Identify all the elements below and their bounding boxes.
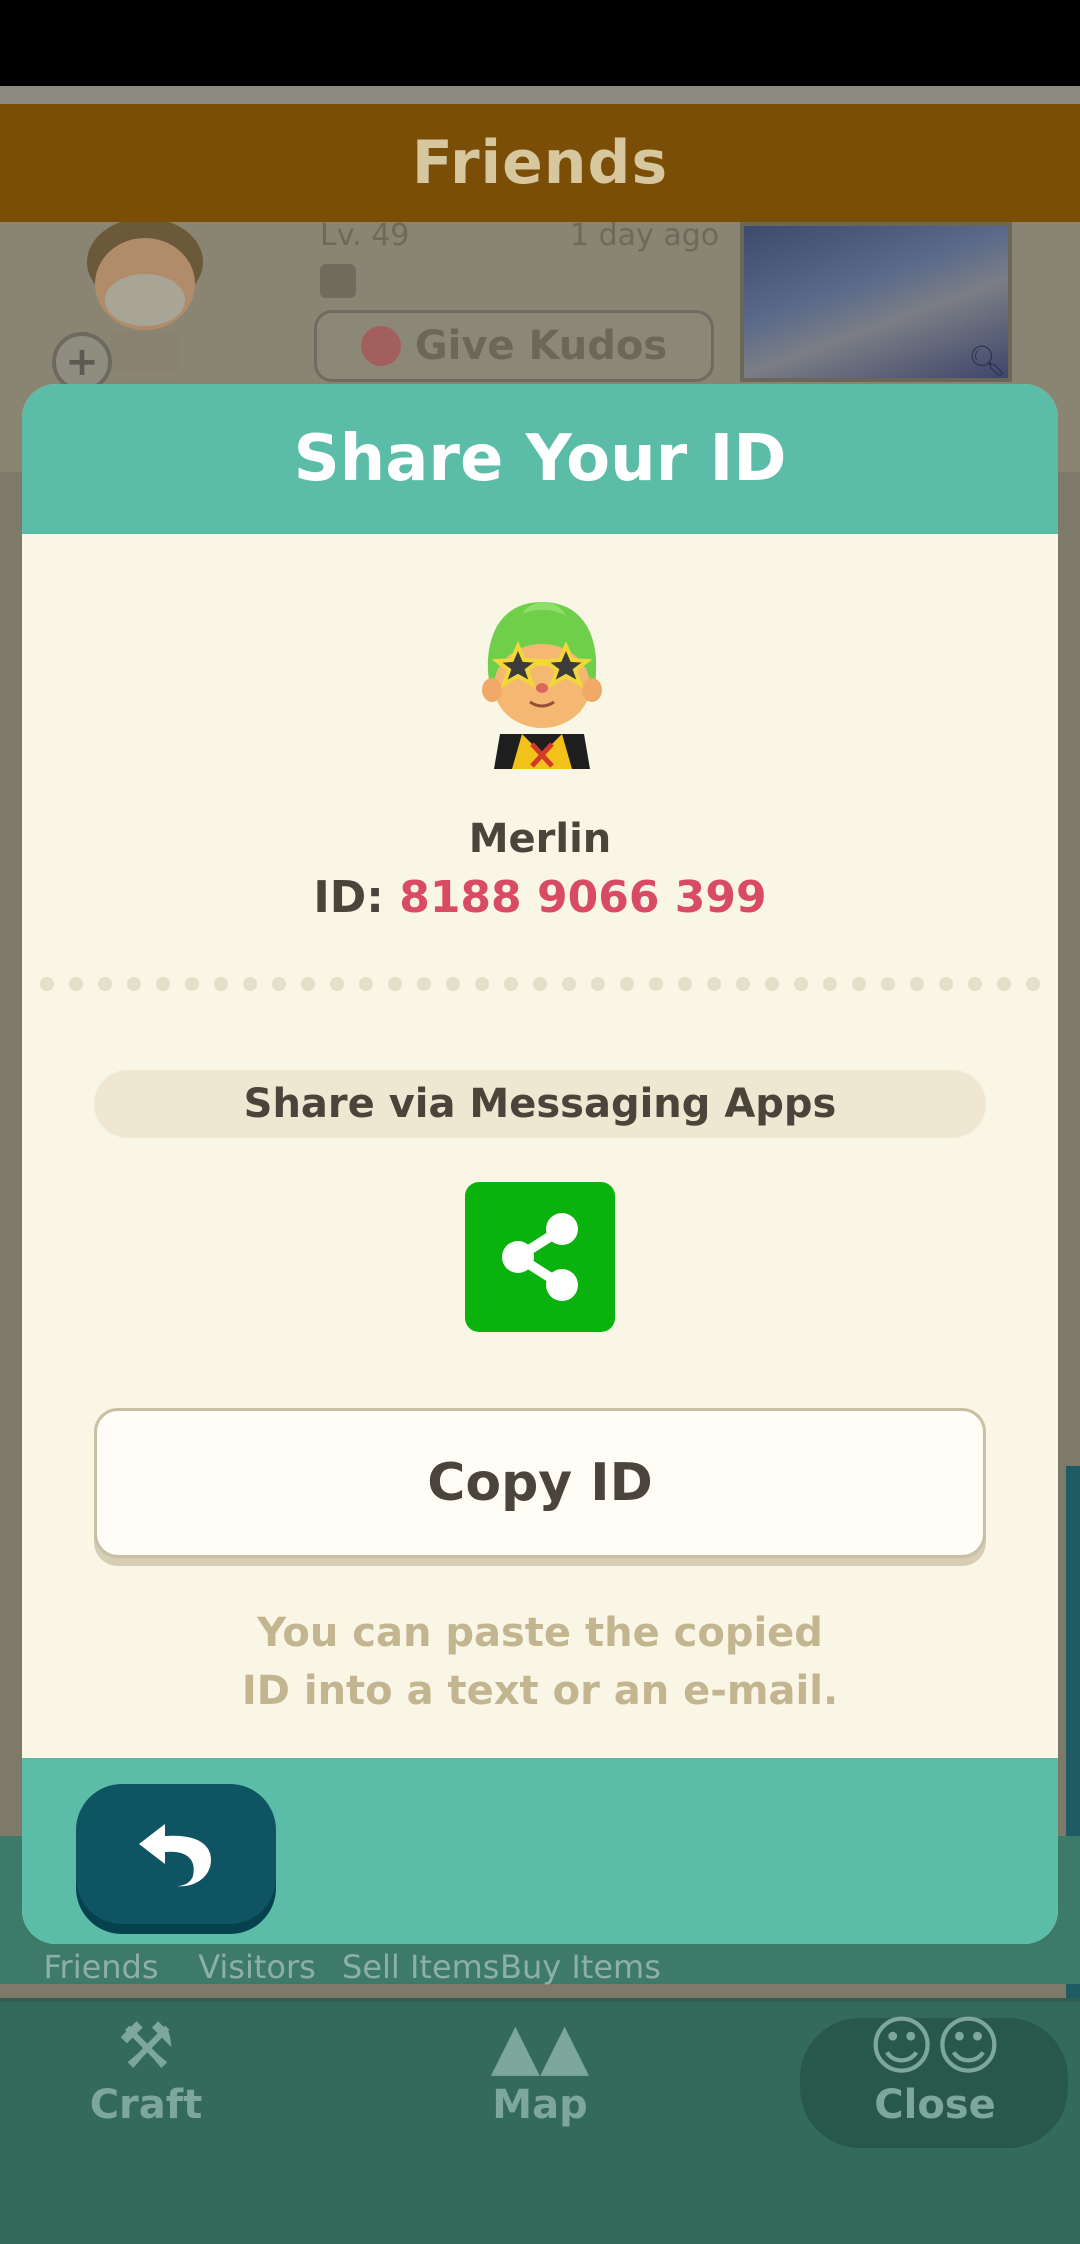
share-id-dialog: Share Your ID Merlin ID: 8188 9066 399 S… <box>22 384 1058 1944</box>
copy-hint-line: You can paste the copied <box>257 1610 823 1656</box>
divider-dot <box>40 977 54 991</box>
copy-hint: You can paste the copied ID into a text … <box>22 1604 1058 1720</box>
subnav-label: Sell Items <box>342 1948 500 1986</box>
divider-dot <box>736 977 750 991</box>
dotted-divider <box>40 977 1040 991</box>
divider-dot <box>649 977 663 991</box>
divider-dot <box>562 977 576 991</box>
header-stripe <box>0 86 1080 104</box>
give-kudos-button[interactable]: Give Kudos <box>314 310 714 382</box>
player-id: ID: 8188 9066 399 <box>22 872 1058 923</box>
divider-dot <box>852 977 866 991</box>
nav-label: Craft <box>89 2082 203 2128</box>
divider-dot <box>823 977 837 991</box>
divider-dot <box>156 977 170 991</box>
main-navigation: ⚒ Craft ▲▲ Map ☺☺ Close <box>0 1998 1080 2244</box>
divider-dot <box>98 977 112 991</box>
back-arrow-icon <box>139 1824 211 1887</box>
divider-dot <box>1026 977 1040 991</box>
copy-hint-line: ID into a text or an e-mail. <box>241 1668 839 1714</box>
friend-last-seen: 1 day ago <box>570 218 720 253</box>
nav-map[interactable]: ▲▲ Map <box>450 2012 630 2128</box>
subnav-label: Visitors <box>198 1948 316 1986</box>
status-bar <box>0 0 1080 86</box>
nav-close[interactable]: ☺☺ Close <box>830 2012 1040 2128</box>
divider-dot <box>997 977 1011 991</box>
divider-dot <box>504 977 518 991</box>
smile-icon <box>360 326 401 366</box>
divider-dot <box>388 977 402 991</box>
nav-label: Close <box>874 2082 996 2128</box>
divider-dot <box>417 977 431 991</box>
hammer-icon: ⚒ <box>117 2010 175 2084</box>
divider-dot <box>330 977 344 991</box>
nav-label: Map <box>492 2082 588 2128</box>
give-kudos-label: Give Kudos <box>414 323 668 369</box>
subnav-label: Buy Items <box>500 1948 661 1986</box>
nav-craft[interactable]: ⚒ Craft <box>86 2012 206 2128</box>
divider-dot <box>939 977 953 991</box>
zoom-icon[interactable]: 🔍︎ <box>968 344 1006 379</box>
share-icon <box>502 1213 578 1301</box>
share-button[interactable] <box>465 1182 615 1332</box>
divider-dot <box>359 977 373 991</box>
divider-dot <box>707 977 721 991</box>
divider-dot <box>272 977 286 991</box>
divider-dot <box>910 977 924 991</box>
divider-dot <box>69 977 83 991</box>
divider-dot <box>446 977 460 991</box>
dialog-title: Share Your ID <box>293 422 787 496</box>
share-via-messaging-label: Share via Messaging Apps <box>94 1070 986 1138</box>
player-name: Merlin <box>468 816 612 862</box>
map-icon: ▲▲ <box>490 2010 590 2084</box>
divider-dot <box>765 977 779 991</box>
divider-dot <box>475 977 489 991</box>
zoom-in-icon[interactable]: + <box>52 332 112 392</box>
divider-dot <box>794 977 808 991</box>
copy-id-button[interactable]: Copy ID <box>94 1408 986 1558</box>
divider-dot <box>881 977 895 991</box>
subnav-label: Friends <box>43 1948 159 1986</box>
dialog-header: Share Your ID <box>22 384 1058 534</box>
bag-icon <box>320 264 356 298</box>
divider-dot <box>214 977 228 991</box>
id-prefix: ID: <box>313 872 384 923</box>
divider-dot <box>243 977 257 991</box>
app-header: Friends <box>0 104 1080 222</box>
divider-dot <box>678 977 692 991</box>
divider-dot <box>301 977 315 991</box>
app-header-title: Friends <box>411 128 669 198</box>
characters-icon: ☺☺ <box>868 2010 1002 2084</box>
back-button[interactable] <box>76 1784 276 1924</box>
id-value: 8188 9066 399 <box>399 872 767 923</box>
friend-level: Lv. 49 <box>320 218 410 253</box>
divider-dot <box>620 977 634 991</box>
divider-dot <box>185 977 199 991</box>
player-avatar <box>482 602 602 769</box>
divider-dot <box>968 977 982 991</box>
divider-dot <box>127 977 141 991</box>
divider-dot <box>591 977 605 991</box>
divider-dot <box>533 977 547 991</box>
